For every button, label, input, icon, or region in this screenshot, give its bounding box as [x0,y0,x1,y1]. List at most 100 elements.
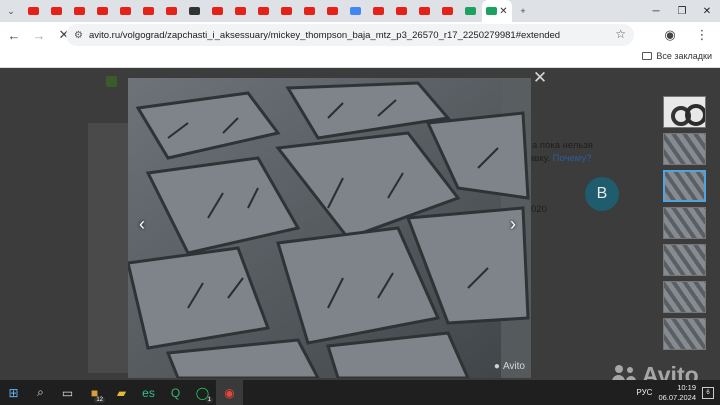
minimize-button[interactable]: ─ [643,0,669,22]
youtube-icon [143,7,154,15]
tab-youtube[interactable] [68,0,91,22]
whatsapp-badge: 1 [205,397,213,403]
address-bar[interactable]: ⚙ avito.ru/volgograd/zapchasti_i_aksessu… [66,24,634,46]
tread-thumbnail-image [664,319,705,349]
thumbnail[interactable] [663,207,706,239]
tab-youtube[interactable] [229,0,252,22]
close-tab-button[interactable]: ✕ [499,6,507,17]
tab-youtube[interactable] [114,0,137,22]
tab-strip: ⌄ ✕ + ─ ❐ ✕ [0,0,720,22]
avito-watermark: ● Avito [494,361,525,372]
clock-time: 10:19 [677,382,696,392]
tab-site[interactable] [183,0,206,22]
tab-youtube[interactable] [252,0,275,22]
close-window-button[interactable]: ✕ [694,0,720,22]
tab-youtube[interactable] [413,0,436,22]
tread-thumbnail-image [664,282,705,312]
tab-youtube[interactable] [45,0,68,22]
task-view-icon[interactable]: ▭ [54,380,81,405]
site-info-icon[interactable]: ⚙ [74,30,83,41]
thumbnail[interactable] [663,318,706,350]
youtube-icon [235,7,246,15]
previous-photo-button[interactable]: ‹ [132,214,152,234]
tab-site[interactable] [344,0,367,22]
next-photo-button[interactable]: › [503,214,523,234]
tab-site[interactable] [367,0,390,22]
thumbnail[interactable] [663,96,706,128]
thumbnail[interactable] [663,244,706,276]
tab-youtube[interactable] [298,0,321,22]
avito-dots-icon: ● [493,361,500,372]
tab-search-icon[interactable]: ⌄ [0,0,22,22]
app-badge: 12 [94,397,105,403]
tab-youtube[interactable] [321,0,344,22]
app-es-icon[interactable]: es [135,380,162,405]
thumbnail-selected[interactable] [663,170,706,202]
app-icon[interactable]: ■ 12 [81,380,108,405]
thumbnail[interactable] [663,133,706,165]
tab-youtube[interactable] [390,0,413,22]
site-icon [350,7,361,15]
thumbnail-strip [663,96,707,355]
youtube-icon [327,7,338,15]
youtube-icon [258,7,269,15]
back-arrow-icon[interactable]: ← [3,24,25,46]
site-icon [373,7,384,15]
forward-arrow-icon[interactable]: → [28,24,50,46]
site-icon [442,7,453,15]
why-link[interactable]: Почему? [553,153,592,164]
tab-avito-active[interactable]: ✕ [482,0,512,22]
menu-icon[interactable]: ⋮ [691,24,713,46]
tyres-thumbnail-image [664,97,705,127]
new-tab-button[interactable]: + [512,0,534,22]
youtube-icon [120,7,131,15]
chrome-icon[interactable]: ◉ [216,380,243,405]
youtube-icon [212,7,223,15]
background-text-line1: а пока нельзя [532,140,593,151]
clock-date: 06.07.2024 [658,392,696,402]
windows-start-icon[interactable]: ⊞ [0,380,27,405]
background-badge [106,76,117,87]
tread-thumbnail-image [665,172,704,200]
whatsapp-icon[interactable]: ◯ 1 [189,380,216,405]
all-bookmarks-label: Все закладки [656,51,712,61]
all-bookmarks-button[interactable]: Все закладки [642,51,712,61]
app-q-icon[interactable]: Q [162,380,189,405]
tab-youtube[interactable] [22,0,45,22]
youtube-icon [281,7,292,15]
clock[interactable]: 10:19 06.07.2024 [658,383,696,403]
windows-taskbar: ⊞ ⌕ ▭ ■ 12 ▰ es Q ◯ 1 ◉ РУС 10:19 06.07.20… [0,380,720,405]
avito-icon [486,7,498,15]
notifications-button[interactable]: 6 [702,386,714,399]
tab-youtube[interactable] [206,0,229,22]
tab-youtube[interactable] [137,0,160,22]
tire-tread-image [128,78,531,378]
search-icon[interactable]: ⌕ [27,380,54,405]
background-image-edge [88,123,128,373]
folder-icon [642,52,653,60]
thumbnail[interactable] [663,281,706,313]
youtube-icon [28,7,39,15]
bookmarks-bar: Все закладки [0,48,720,68]
seller-avatar[interactable]: В [585,177,619,211]
tread-thumbnail-image [664,134,705,164]
tread-thumbnail-image [664,245,705,275]
tab-site[interactable] [459,0,482,22]
tab-site[interactable] [436,0,459,22]
bookmark-star-icon[interactable]: ☆ [615,27,626,41]
browser-toolbar: ← → ✕ ⚙ avito.ru/volgograd/zapchasti_i_a… [0,22,720,48]
site-icon [189,7,200,15]
youtube-icon [396,7,407,15]
tab-youtube[interactable] [275,0,298,22]
maximize-button[interactable]: ❐ [669,0,695,22]
youtube-icon [51,7,62,15]
language-indicator[interactable]: РУС [636,388,652,397]
url-text[interactable]: avito.ru/volgograd/zapchasti_i_aksessuar… [89,30,560,41]
file-explorer-icon[interactable]: ▰ [108,380,135,405]
gallery-main-photo[interactable]: ‹ › ● Avito [128,78,531,378]
page-overlay: а пока нельзя ставку. Почему? В 020 ‹ › … [0,68,720,380]
tab-youtube[interactable] [91,0,114,22]
profile-icon[interactable]: ◉ [659,24,681,46]
tab-youtube[interactable] [160,0,183,22]
close-gallery-button[interactable]: ✕ [530,68,550,88]
